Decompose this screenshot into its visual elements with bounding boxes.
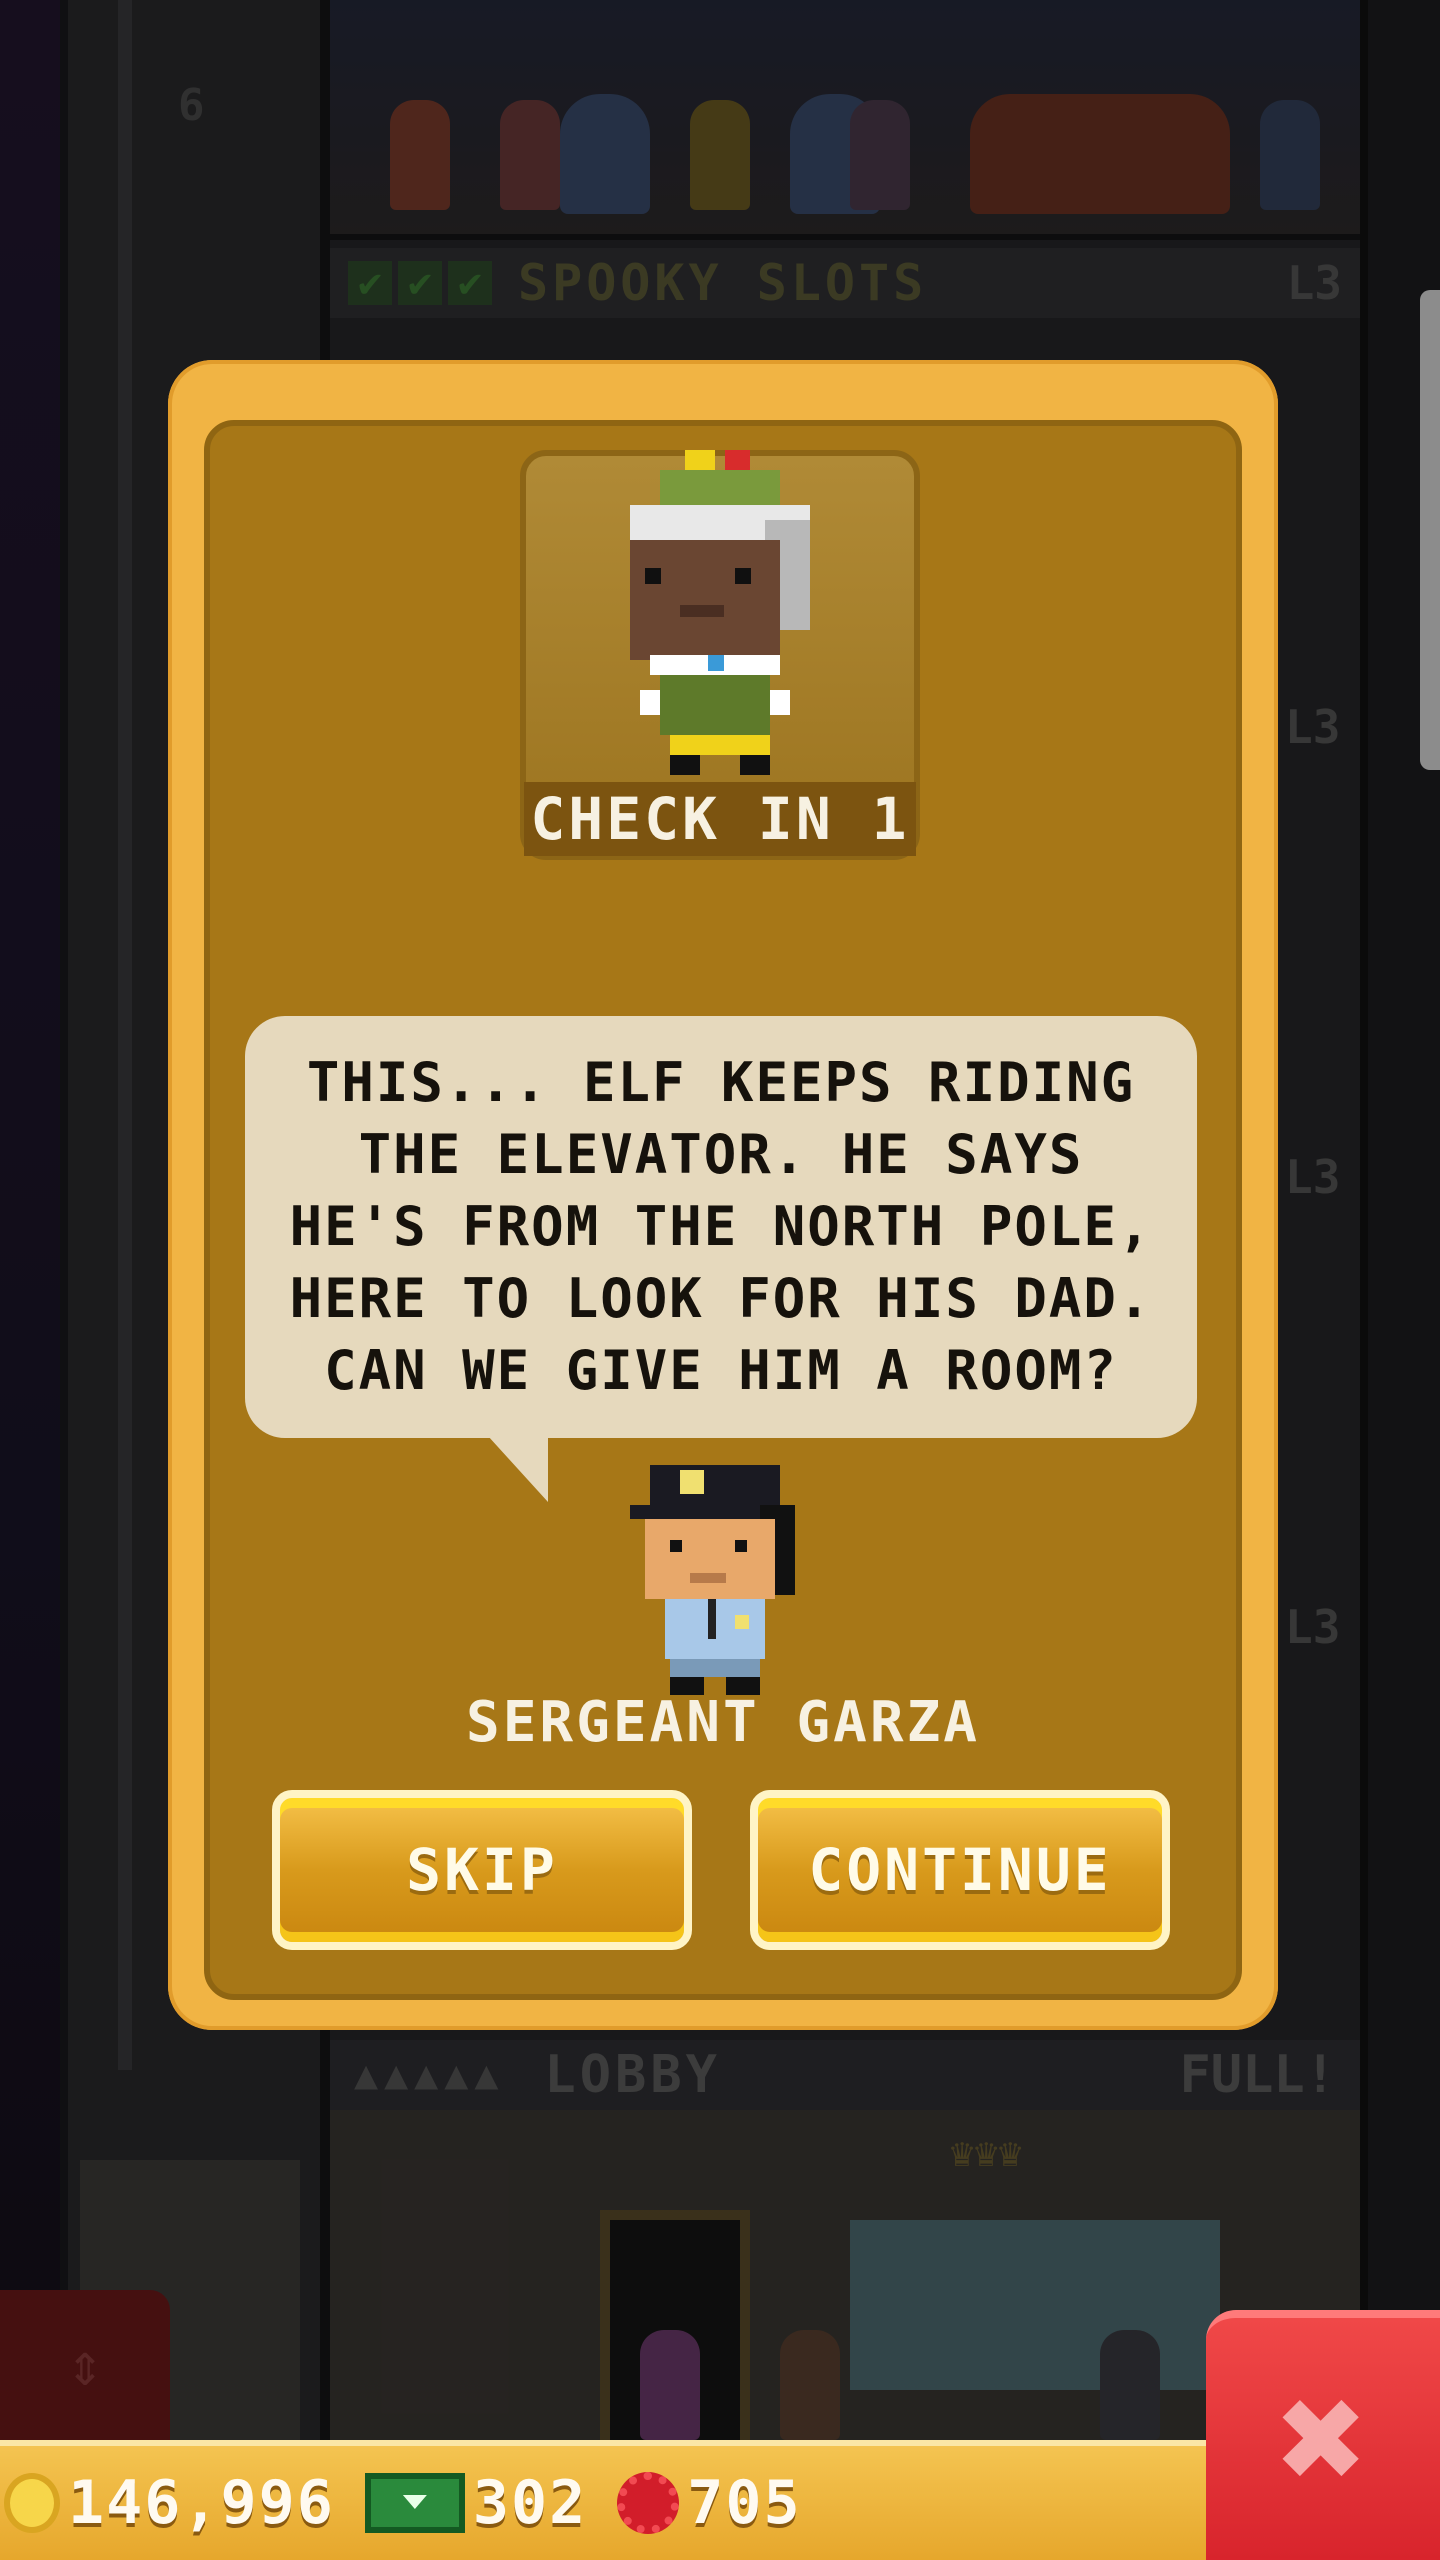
gem-icon [617, 2472, 680, 2534]
npc-name: SERGEANT GARZA [465, 1690, 980, 1755]
continue-button-label: CONTINUE [808, 1836, 1112, 1904]
gems-value: 705 [687, 2468, 802, 2538]
coins-stat[interactable]: 146,996 [4, 2468, 335, 2538]
continue-button[interactable]: CONTINUE [750, 1790, 1170, 1950]
skip-button-label: SKIP [406, 1836, 558, 1904]
bux-value: 302 [472, 2468, 588, 2538]
skip-button[interactable]: SKIP [272, 1790, 692, 1950]
close-button[interactable]: ✖ [1206, 2310, 1440, 2560]
gems-stat[interactable]: 705 [617, 2468, 801, 2538]
speech-bubble: THIS... ELF KEEPS RIDING THE ELEVATOR. H… [245, 1016, 1197, 1438]
bux-stat[interactable]: 302 [364, 2468, 588, 2538]
sergeant-avatar [630, 1465, 795, 1695]
coins-value: 146,996 [68, 2468, 335, 2538]
resource-bar: 146,996 302 705 [0, 2440, 1210, 2560]
check-in-label: CHECK IN 1 [524, 782, 916, 856]
check-in-text: CHECK IN 1 [530, 785, 910, 853]
coin-icon [4, 2473, 60, 2533]
elf-guest-avatar [630, 450, 810, 775]
close-icon: ✖ [1277, 2352, 1369, 2526]
tower-bux-icon [364, 2473, 465, 2533]
speech-bubble-tail [488, 1436, 548, 1502]
dialog-message: THIS... ELF KEEPS RIDING THE ELEVATOR. H… [289, 1051, 1153, 1402]
